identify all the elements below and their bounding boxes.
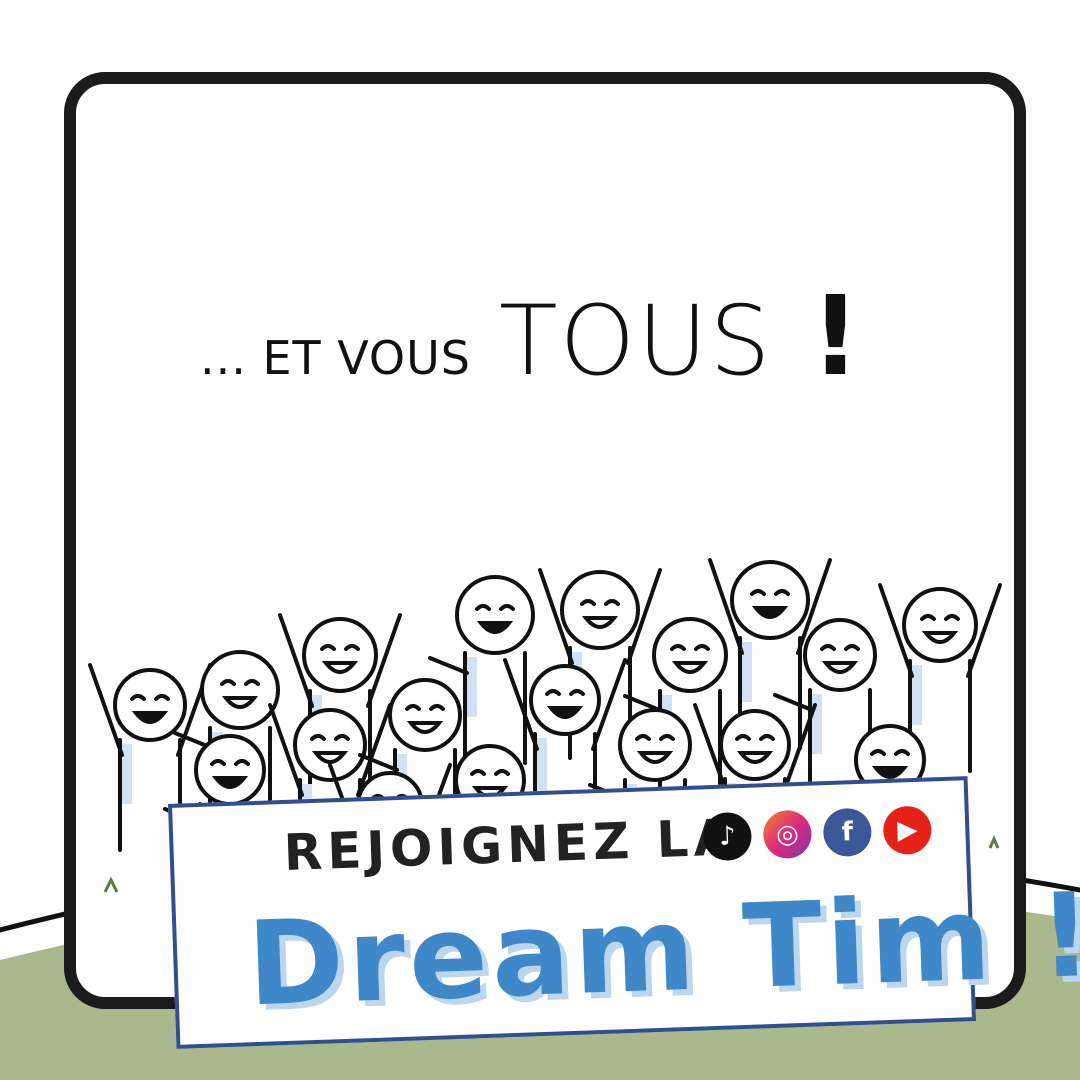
instagram-icon[interactable]: ◎ xyxy=(762,809,813,860)
headline: ... ET VOUS TOUS ! xyxy=(200,272,960,422)
headline-big-text: TOUS xyxy=(499,285,773,397)
youtube-icon[interactable]: ▶ xyxy=(882,805,933,856)
headline-exclamation: ! xyxy=(810,272,861,400)
tiktok-icon[interactable]: ♪ xyxy=(702,811,753,862)
banner-line2: Dream Tim ! xyxy=(245,867,1080,1033)
join-banner: REJOIGNEZ LA ♪ ◎ f ▶ Dream Tim ! xyxy=(167,776,1080,1049)
facebook-icon[interactable]: f xyxy=(822,807,873,858)
banner-line1: REJOIGNEZ LA xyxy=(282,808,739,883)
headline-small-text: ... ET VOUS xyxy=(200,331,472,385)
